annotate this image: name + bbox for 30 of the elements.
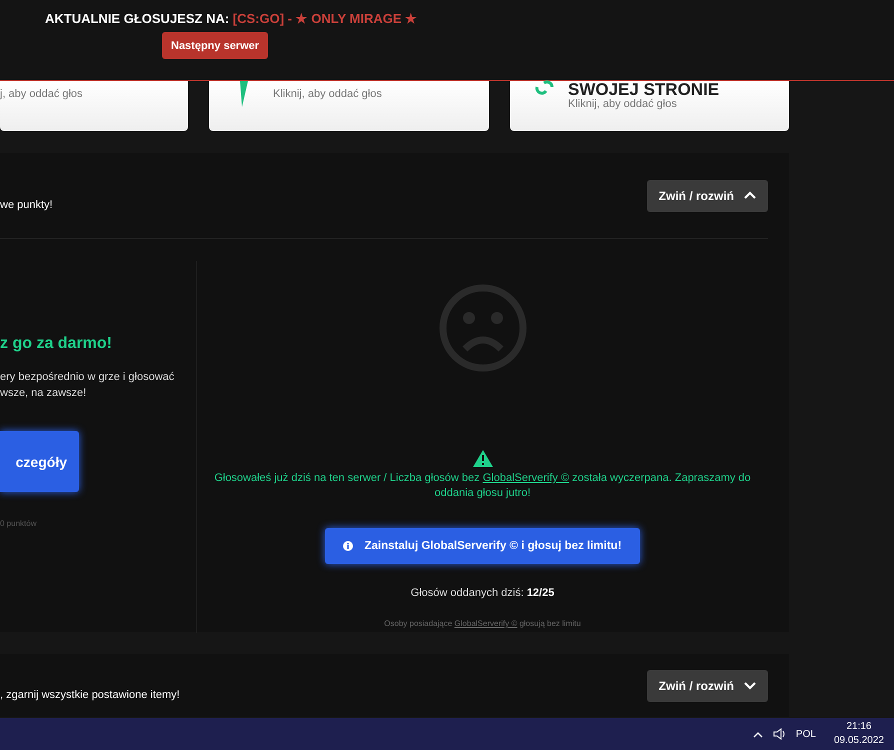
language-indicator[interactable]: POL xyxy=(796,728,816,740)
footnote: Osoby posiadające GlobalServerify © głosują bez limitu xyxy=(384,619,581,628)
points-note: 0 punktów xyxy=(0,519,38,528)
vote-card[interactable]: j, aby oddać głos xyxy=(0,81,188,131)
card-title: SWOJEJ STRONIE xyxy=(568,83,720,96)
vote-card[interactable]: SWOJEJ STRONIE Kliknij, aby oddać głos xyxy=(510,81,789,131)
vote-card[interactable]: Kliknij, aby oddać głos xyxy=(209,81,489,131)
promo-heading: z go za darmo! xyxy=(0,335,114,353)
speaker-icon xyxy=(772,728,786,740)
sad-face-icon xyxy=(438,283,528,373)
next-server-button[interactable]: Następny serwer xyxy=(162,32,268,59)
link[interactable]: GlobalServerify © xyxy=(482,472,570,484)
info-icon xyxy=(343,541,354,551)
details-button[interactable]: czegóły xyxy=(0,431,79,492)
promo-text: ery bezpośrednio w grze i głosować wsze, na zawsze! xyxy=(0,370,176,401)
install-button[interactable]: Zainstaluj GlobalServerify © i głosuj bez limitu! xyxy=(325,528,640,564)
status-message: Głosowałeś już dziś na ten serwer / Liczba głosów bez GlobalServerify © została wyczerpana. Zapraszamy do oddania głosu jutro! xyxy=(213,471,752,501)
card-subtitle: Kliknij, aby oddać głos xyxy=(568,98,678,110)
clock-date[interactable]: 09.05.2022 xyxy=(834,734,884,748)
toggle-button[interactable]: Zwiń / rozwiń xyxy=(646,180,768,212)
votes-count: Głosów oddanych dziś: 12/25 xyxy=(410,587,554,599)
chevron-up-icon xyxy=(752,730,763,738)
warning-icon xyxy=(472,450,492,467)
clock-time[interactable]: 21:16 xyxy=(834,720,884,734)
voting-status: AKTUALNIE GŁOSUJESZ NA: [CS:GO] - ★ ONLY MIRAGE ★ xyxy=(45,11,418,26)
section-description: , zgarnij wszystkie postawione itemy! xyxy=(0,688,180,700)
card-subtitle: Kliknij, aby oddać głos xyxy=(273,88,382,100)
section-description: we punkty! xyxy=(0,198,53,210)
card-subtitle: j, aby oddać głos xyxy=(0,88,83,100)
toggle-button[interactable]: Zwiń / rozwiń xyxy=(646,670,768,702)
